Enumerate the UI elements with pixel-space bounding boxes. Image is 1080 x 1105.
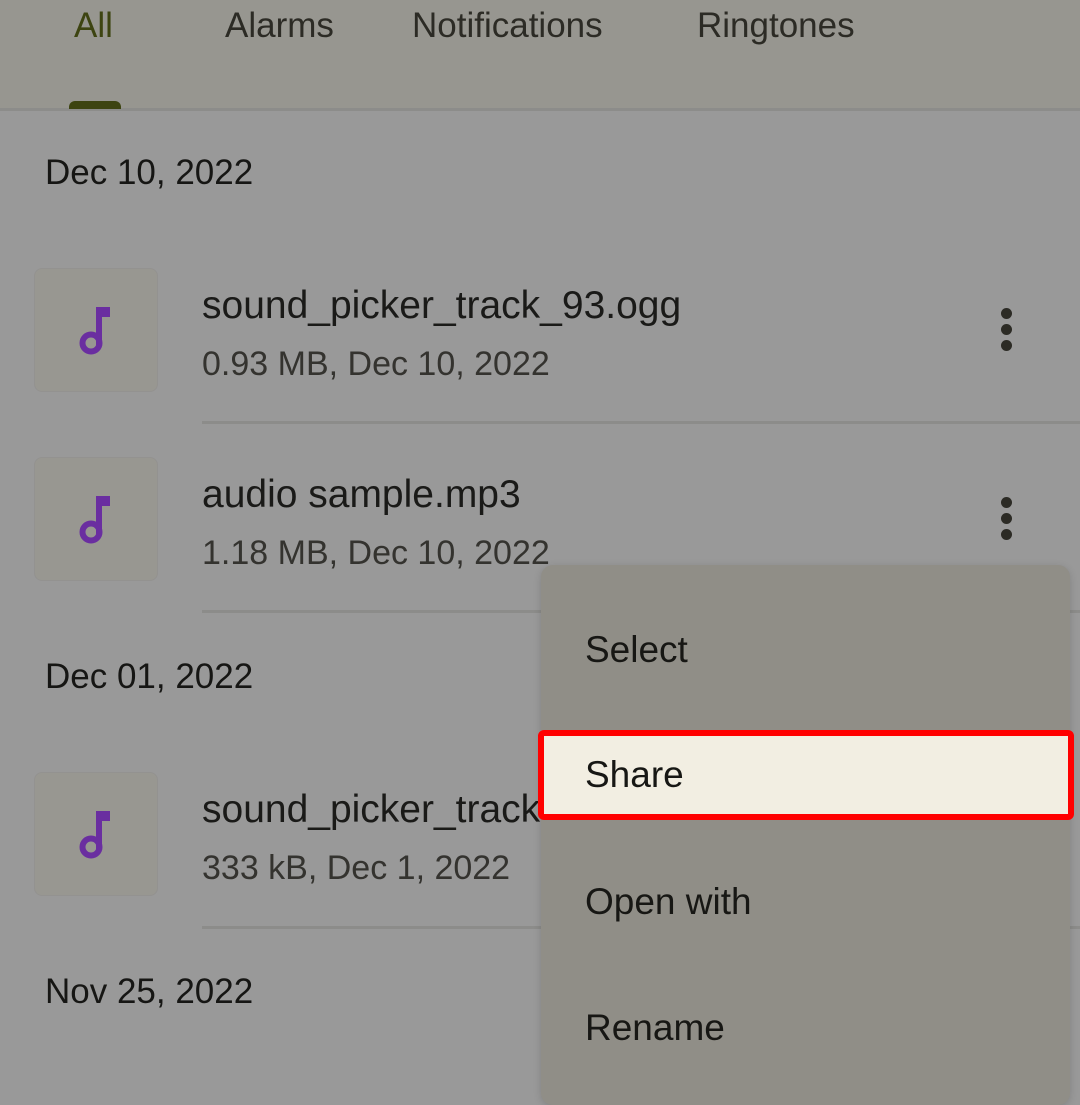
tab-notifications[interactable]: Notifications: [412, 4, 603, 54]
file-thumbnail: [34, 268, 158, 392]
file-name: sound_picker_track_93.ogg: [202, 284, 682, 327]
menu-item-rename[interactable]: Rename: [541, 983, 1070, 1073]
menu-item-select[interactable]: Select: [541, 605, 1070, 695]
divider: [202, 421, 1080, 424]
active-tab-indicator: [69, 101, 121, 109]
file-meta: 1.18 MB, Dec 10, 2022: [202, 534, 550, 572]
file-name: audio sample.mp3: [202, 473, 521, 516]
file-name: sound_picker_track: [202, 788, 541, 831]
menu-item-share[interactable]: Share: [538, 730, 1074, 820]
tab-alarms[interactable]: Alarms: [225, 4, 334, 54]
date-header: Dec 10, 2022: [45, 153, 254, 192]
menu-item-open-with[interactable]: Open with: [541, 857, 1070, 947]
tab-ringtones[interactable]: Ringtones: [697, 4, 855, 54]
tab-all[interactable]: All: [74, 4, 113, 54]
file-meta: 0.93 MB, Dec 10, 2022: [202, 345, 550, 383]
music-note-icon: [79, 307, 110, 355]
file-thumbnail: [34, 457, 158, 581]
date-header: Nov 25, 2022: [45, 972, 254, 1011]
file-thumbnail: [34, 772, 158, 896]
file-meta: 333 kB, Dec 1, 2022: [202, 849, 511, 887]
file-row[interactable]: sound_picker_track_93.ogg 0.93 MB, Dec 1…: [0, 268, 1080, 418]
more-options-icon[interactable]: [990, 306, 1022, 356]
context-menu: Select Share Open with Rename: [538, 565, 1074, 1105]
music-note-icon: [79, 496, 110, 544]
date-header: Dec 01, 2022: [45, 657, 254, 696]
more-options-icon[interactable]: [990, 495, 1022, 545]
tab-bar: All Alarms Notifications Ringtones: [0, 0, 1080, 111]
music-note-icon: [79, 811, 110, 859]
